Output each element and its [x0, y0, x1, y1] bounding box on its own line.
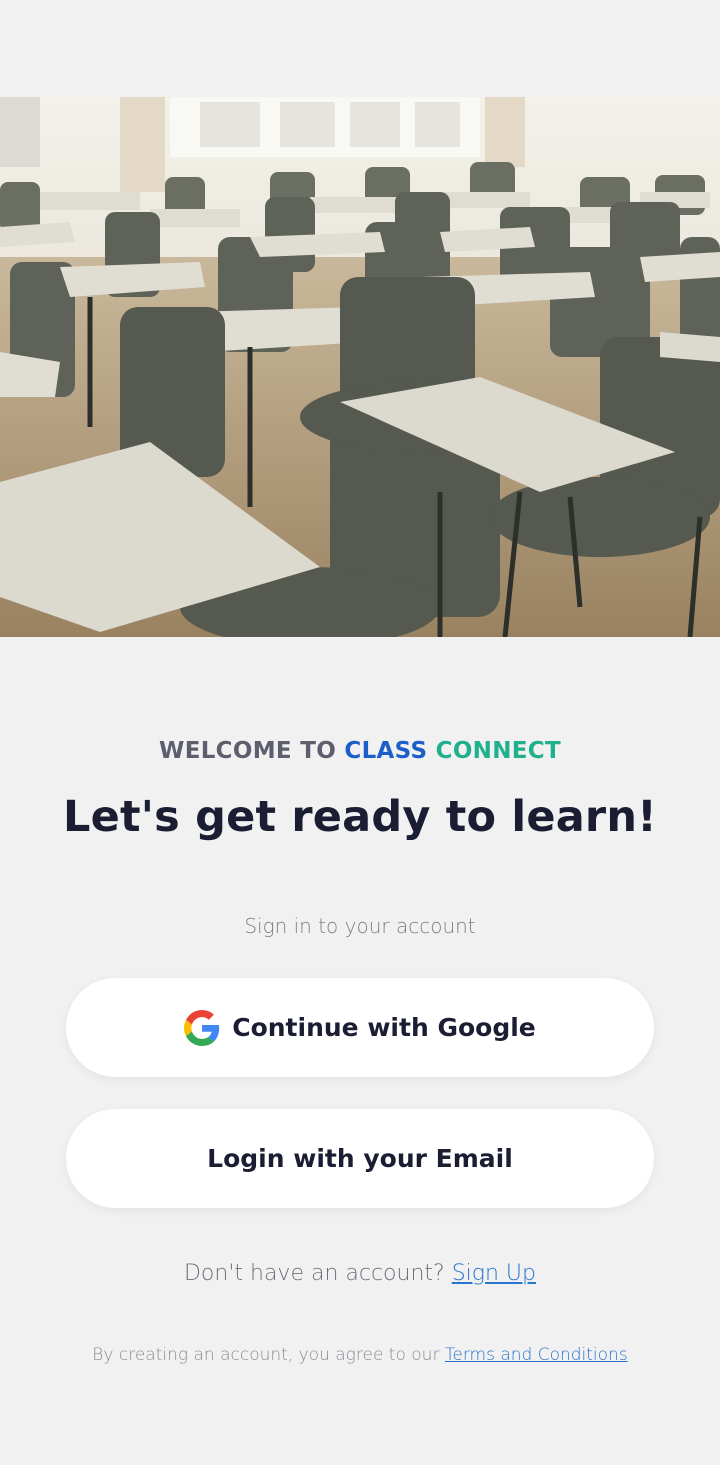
email-button-label: Login with your Email [207, 1144, 513, 1173]
terms-prompt-text: By creating an account, you agree to our [92, 1345, 440, 1365]
classroom-photo [0, 97, 720, 637]
brand-name-connect: CONNECT [435, 738, 561, 764]
page-title: Let's get ready to learn! [63, 792, 657, 842]
terms-and-conditions-link[interactable]: Terms and Conditions [445, 1345, 628, 1365]
terms-notice: By creating an account, you agree to our… [0, 1345, 720, 1365]
welcome-heading: WELCOME TO CLASS CONNECT [0, 738, 720, 764]
google-button-label: Continue with Google [232, 1013, 536, 1042]
continue-with-google-button[interactable]: Continue with Google [66, 978, 654, 1077]
hero-image [0, 97, 720, 637]
welcome-prefix: WELCOME TO [159, 738, 337, 764]
google-icon [184, 1009, 220, 1046]
signup-prompt: Don't have an account? Sign Up [0, 1261, 720, 1286]
login-with-email-button[interactable]: Login with your Email [66, 1109, 654, 1208]
sign-in-subtitle: Sign in to your account [244, 914, 476, 938]
sign-up-link[interactable]: Sign Up [452, 1261, 536, 1286]
signup-prompt-text: Don't have an account? [183, 1261, 445, 1286]
brand-name-class: CLASS [344, 738, 428, 764]
